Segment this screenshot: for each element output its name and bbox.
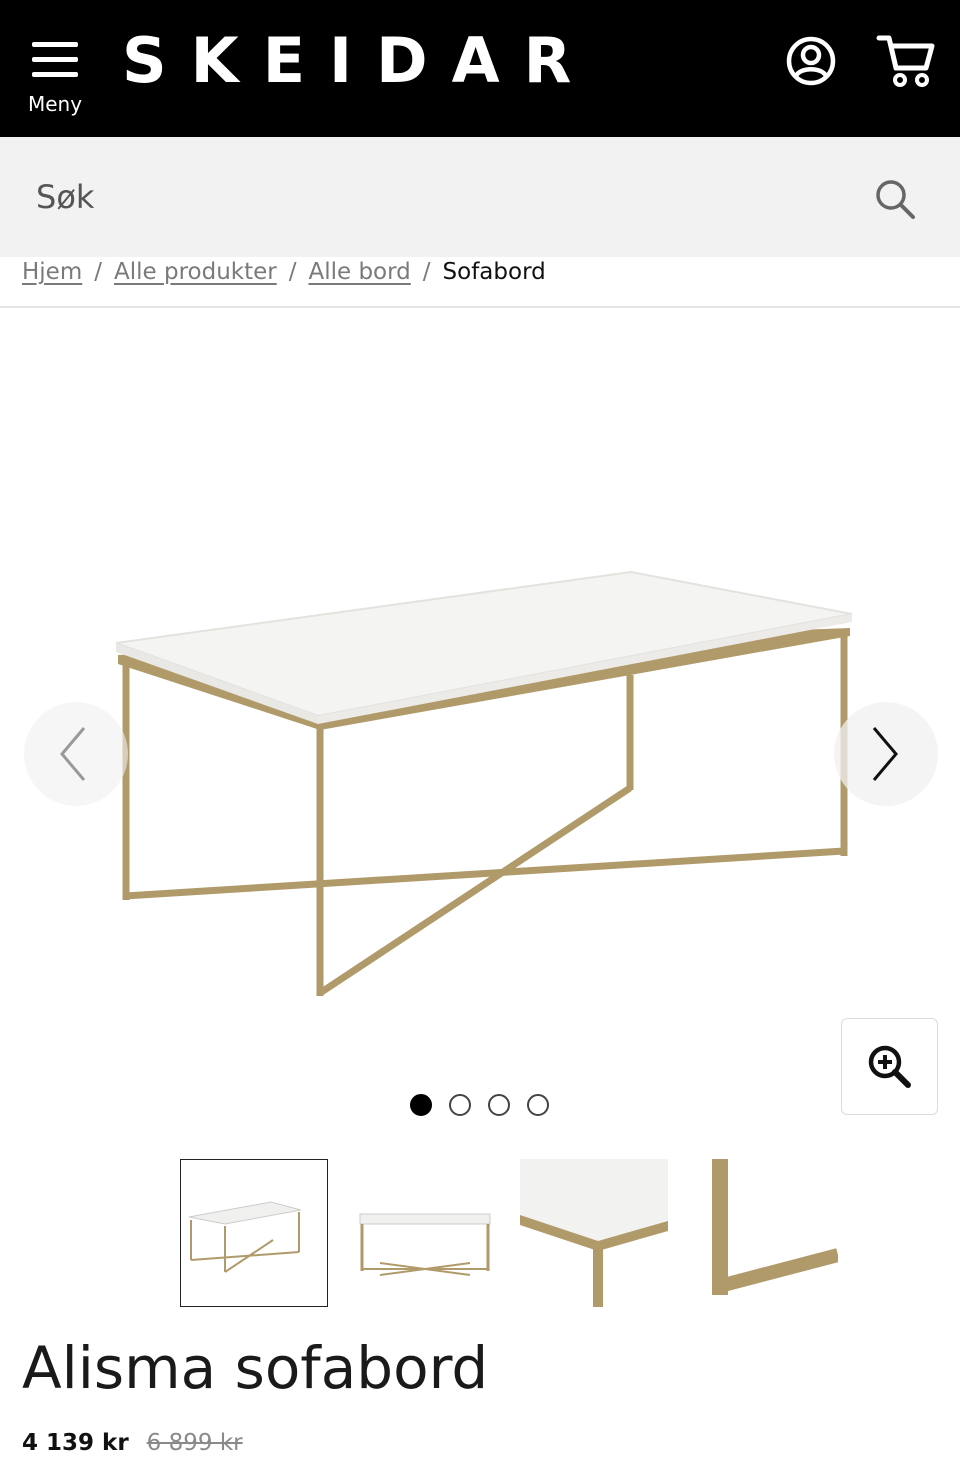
breadcrumb-current: Sofabord: [442, 259, 546, 285]
thumbnail-image: [520, 1159, 668, 1307]
zoom-in-icon: [868, 1045, 911, 1088]
thumbnail-2[interactable]: [350, 1159, 498, 1307]
carousel-dot[interactable]: [410, 1094, 432, 1116]
product-title: Alisma sofabord: [22, 1334, 489, 1402]
site-header: Meny SKEIDAR: [0, 0, 960, 137]
carousel-dot[interactable]: [527, 1094, 549, 1116]
next-image-button[interactable]: [834, 702, 938, 806]
cart-button[interactable]: [876, 30, 938, 90]
carousel-dot[interactable]: [449, 1094, 471, 1116]
previous-image-button[interactable]: [24, 702, 128, 806]
search-bar: [0, 137, 960, 257]
search-input[interactable]: [20, 157, 850, 237]
sale-price: 4 139 kr: [22, 1430, 129, 1456]
thumbnail-3[interactable]: [520, 1159, 668, 1307]
breadcrumb: Hjem / Alle produkter / Alle bord / Sofa…: [22, 256, 546, 288]
carousel-dot[interactable]: [488, 1094, 510, 1116]
chevron-right-icon: [872, 727, 898, 781]
thumbnail-image: [188, 1201, 302, 1273]
menu-label: Meny: [28, 92, 83, 116]
site-logo[interactable]: SKEIDAR: [122, 26, 595, 96]
breadcrumb-separator: /: [94, 259, 102, 285]
thumbnail-1[interactable]: [180, 1159, 328, 1307]
account-button[interactable]: [784, 34, 838, 88]
search-icon: [876, 180, 915, 219]
menu-button[interactable]: Meny: [22, 34, 90, 118]
coffee-table-image: [115, 570, 853, 996]
carousel-indicators: [410, 1094, 549, 1116]
breadcrumb-link-home[interactable]: Hjem: [22, 259, 82, 285]
product-main-image[interactable]: [0, 308, 960, 1088]
breadcrumb-link-all-tables[interactable]: Alle bord: [308, 259, 410, 285]
zoom-button[interactable]: [841, 1018, 938, 1115]
original-price: 6 899 kr: [146, 1430, 243, 1456]
breadcrumb-link-all-products[interactable]: Alle produkter: [114, 259, 277, 285]
thumbnail-image: [712, 1159, 838, 1295]
hamburger-icon: [32, 42, 78, 77]
chevron-left-icon: [60, 727, 86, 781]
thumbnail-4[interactable]: [690, 1159, 838, 1307]
price-row: 4 139 kr 6 899 kr: [22, 1426, 243, 1460]
breadcrumb-separator: /: [288, 259, 297, 285]
thumbnail-image: [359, 1213, 491, 1276]
search-button[interactable]: [872, 176, 918, 222]
cart-icon: [876, 35, 935, 87]
breadcrumb-separator: /: [422, 259, 431, 285]
user-icon: [786, 36, 836, 86]
